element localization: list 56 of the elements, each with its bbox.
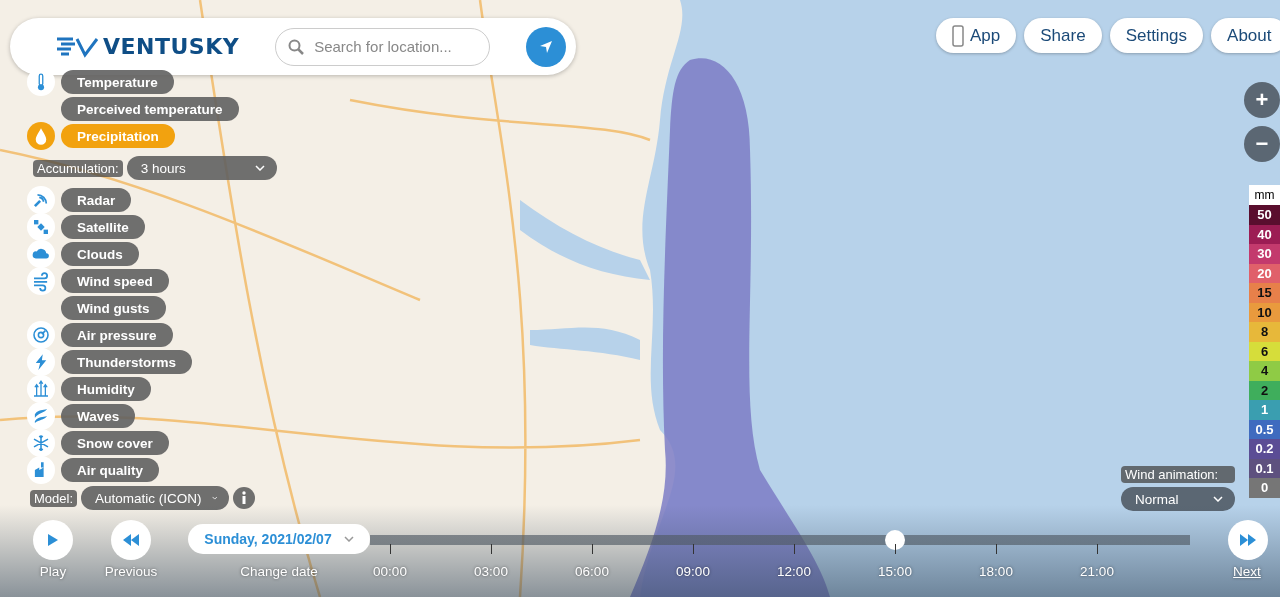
info-icon[interactable]: [233, 487, 256, 509]
layer-button[interactable]: Temperature: [61, 70, 174, 94]
legend-entry: 4: [1249, 361, 1280, 381]
layer-button[interactable]: Snow cover: [61, 431, 169, 455]
layer-button[interactable]: Perceived temperature: [61, 97, 239, 121]
fast-forward-icon: [1240, 534, 1256, 546]
legend-entry: 30: [1249, 244, 1280, 264]
time-label: 06:00: [575, 564, 609, 579]
legend-entry: 1: [1249, 400, 1280, 420]
layer-button[interactable]: Air pressure: [61, 323, 173, 347]
time-label: 21:00: [1080, 564, 1114, 579]
top-menu-button[interactable]: About: [1211, 18, 1280, 53]
legend-entry: 15: [1249, 283, 1280, 303]
legend-entry: 50: [1249, 205, 1280, 225]
time-label: 03:00: [474, 564, 508, 579]
top-menu-button[interactable]: Share: [1024, 18, 1102, 53]
logo-text: VENTUSKY: [103, 34, 240, 59]
chevron-icon: [211, 495, 218, 501]
layer-button[interactable]: Wind speed: [61, 269, 169, 293]
time-label: 00:00: [373, 564, 407, 579]
top-menu-button[interactable]: App: [936, 18, 1017, 53]
time-label: 09:00: [676, 564, 710, 579]
wind-animation-dropdown[interactable]: Normal: [1121, 487, 1235, 511]
layer-button[interactable]: Wind gusts: [61, 296, 166, 320]
chevron-icon: [343, 536, 354, 542]
legend-entry: 0.2: [1249, 439, 1280, 459]
layer-button[interactable]: Waves: [61, 404, 136, 428]
legend-entry: 8: [1249, 322, 1280, 342]
layer-button[interactable]: Humidity: [61, 377, 151, 401]
layer-button[interactable]: Radar: [61, 188, 132, 212]
next-link[interactable]: Next: [1233, 564, 1261, 579]
legend-entry: 0: [1249, 478, 1280, 498]
chevron-icon: [1213, 496, 1223, 502]
layer-button[interactable]: Thunderstorms: [61, 350, 192, 374]
phone-icon: [952, 24, 964, 47]
play-label: Play: [39, 564, 67, 579]
locate-button[interactable]: [526, 26, 566, 67]
top-menu-button[interactable]: Settings: [1109, 18, 1204, 53]
navigation-arrow-icon: [539, 39, 553, 54]
time-label: 12:00: [777, 564, 811, 579]
model-dropdown[interactable]: Automatic (ICON): [81, 486, 230, 510]
layer-button[interactable]: Air quality: [61, 458, 159, 482]
time-label: 15:00: [878, 564, 912, 579]
previous-label: Previous: [104, 564, 158, 579]
accumulation-dropdown[interactable]: 3 hours: [126, 156, 277, 180]
chevron-icon: [254, 165, 265, 171]
rewind-icon: [123, 534, 139, 546]
layer-button[interactable]: Satellite: [61, 215, 145, 239]
layer-button[interactable]: Clouds: [61, 242, 139, 266]
play-icon: [47, 533, 59, 547]
wind-animation-label: Wind animation:: [1121, 466, 1235, 483]
search-field[interactable]: Search for location...: [275, 27, 490, 66]
legend-unit: mm: [1249, 185, 1280, 205]
time-label: 18:00: [979, 564, 1013, 579]
date-dropdown[interactable]: Sunday, 2021/02/07: [188, 524, 370, 554]
logo-icon: [55, 35, 99, 58]
